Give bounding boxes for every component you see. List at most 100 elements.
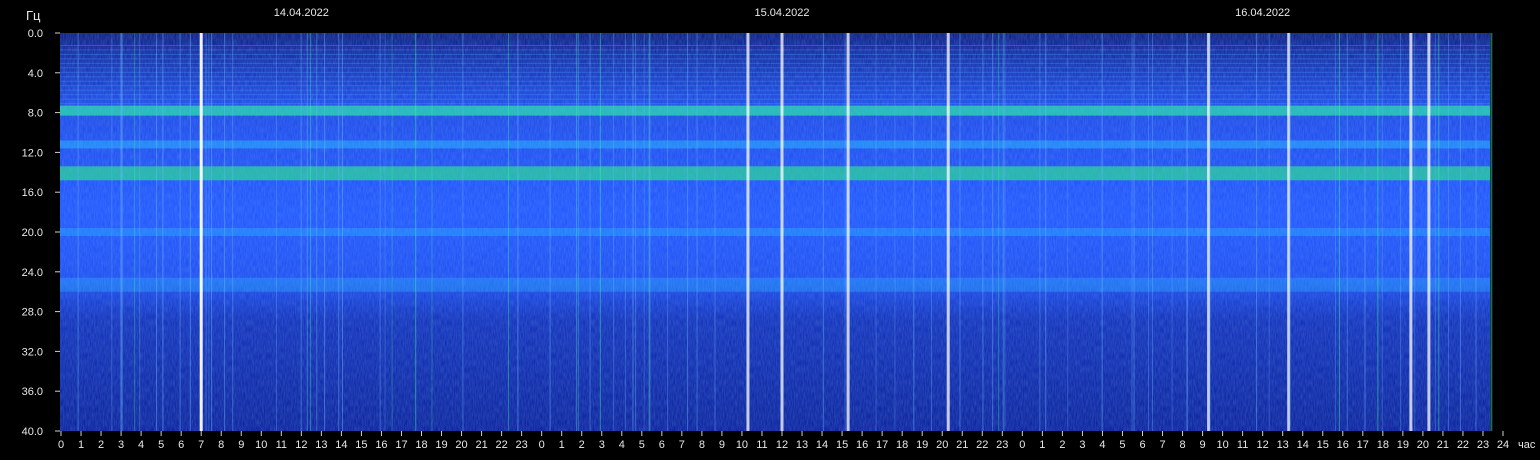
x-tick-label: 15 (1317, 439, 1329, 451)
vertical-trace (462, 33, 464, 431)
vertical-trace (208, 33, 210, 431)
vertical-trace (1459, 33, 1461, 431)
y-tick-label: 12.0 (22, 147, 43, 159)
vertical-trace (517, 33, 519, 431)
x-tick-label: 23 (1477, 439, 1489, 451)
vertical-trace (1151, 33, 1153, 431)
x-tick-label: 2 (1059, 439, 1065, 451)
x-tick-label: 22 (495, 439, 507, 451)
vertical-trace (875, 33, 877, 431)
x-tick-label: 19 (1397, 439, 1409, 451)
vertical-trace (300, 33, 302, 431)
vertical-trace (1491, 33, 1493, 431)
low-frequency-stripe (60, 85, 1490, 87)
vertical-trace (1414, 33, 1416, 431)
vertical-trace (1400, 33, 1402, 431)
x-tick-label: 6 (1139, 439, 1145, 451)
x-tick-label: 3 (118, 439, 124, 451)
x-tick-label: 8 (218, 439, 224, 451)
vertical-trace (624, 33, 626, 431)
vertical-trace (379, 33, 381, 431)
vertical-trace (998, 33, 1000, 431)
y-tick-label: 0.0 (28, 28, 43, 40)
x-tick-label: 4 (138, 439, 144, 451)
x-tick-label: 13 (796, 439, 808, 451)
vertical-trace (1148, 33, 1150, 431)
x-tick-label: 9 (238, 439, 244, 451)
day-label: 16.04.2022 (1235, 7, 1290, 19)
x-tick-label: 2 (579, 439, 585, 451)
vertical-trace (384, 33, 386, 431)
x-tick-label: 8 (699, 439, 705, 451)
x-tick-label: 12 (295, 439, 307, 451)
x-tick-label: 17 (876, 439, 888, 451)
vertical-trace (1346, 33, 1348, 431)
vertical-trace (275, 33, 277, 431)
low-frequency-stripe (60, 94, 1490, 96)
spectrogram-chart: Гц 0.0 4.0 8.0 12.0 16.0 20.0 24.0 28.0 32.0 36.0… (22, 7, 1536, 451)
vertical-trace (205, 33, 207, 431)
vertical-event (746, 33, 750, 431)
vertical-trace (913, 33, 915, 431)
x-tick-label: 13 (315, 439, 327, 451)
y-tick-label: 20.0 (22, 227, 43, 239)
vertical-trace (894, 33, 896, 431)
x-ticks: 0 1 2 3 4 5 6 7 8 9 10 11 12 13 14 15 16 17 18 19 20 21 22 23 0 1… (58, 431, 1509, 451)
x-tick-label: 12 (1257, 439, 1269, 451)
y-ticks: 0.0 4.0 8.0 12.0 16.0 20.0 24.0 28.0 32.0 36.0 40.… (22, 28, 60, 438)
y-tick-label: 36.0 (22, 386, 43, 398)
x-tick-label: 14 (816, 439, 828, 451)
x-tick-label: 11 (1237, 439, 1248, 451)
low-frequency-stripe (60, 98, 1490, 100)
vertical-trace (1268, 33, 1270, 431)
x-tick-label: 16 (375, 439, 387, 451)
y-tick-label: 16.0 (22, 187, 43, 199)
x-tick-label: 5 (1119, 439, 1125, 451)
vertical-trace (992, 33, 994, 431)
x-tick-label: 17 (1357, 439, 1369, 451)
x-tick-label: 1 (559, 439, 565, 451)
vertical-event (946, 33, 950, 431)
x-tick-label: 12 (776, 439, 788, 451)
x-tick-label: 8 (1179, 439, 1185, 451)
x-tick-label: 22 (1457, 439, 1469, 451)
y-tick-label: 32.0 (22, 346, 43, 358)
vertical-trace (1434, 33, 1436, 431)
vertical-trace (822, 33, 824, 431)
vertical-trace (589, 33, 591, 431)
vertical-trace (507, 33, 509, 431)
x-tick-label: 15 (836, 439, 848, 451)
low-frequency-stripe (60, 103, 1490, 105)
vertical-trace (121, 33, 123, 431)
vertical-trace (844, 33, 846, 431)
x-tick-label: 18 (415, 439, 427, 451)
vertical-event (199, 33, 203, 431)
x-tick-label: 14 (1297, 439, 1309, 451)
vertical-trace (599, 33, 601, 431)
vertical-trace (649, 33, 651, 431)
x-tick-label: 21 (1437, 439, 1449, 451)
vertical-trace (687, 33, 689, 431)
vertical-event (1427, 33, 1431, 431)
vertical-trace (1209, 33, 1211, 431)
x-tick-label: 0 (1019, 439, 1025, 451)
vertical-trace (1377, 33, 1379, 431)
x-tick-label: 19 (916, 439, 928, 451)
low-frequency-stripe (60, 58, 1490, 60)
x-tick-label: 22 (976, 439, 988, 451)
frequency-band (60, 140, 1490, 149)
vertical-trace (930, 33, 932, 431)
vertical-trace (306, 33, 308, 431)
y-tick-label: 28.0 (22, 307, 43, 319)
vertical-trace (577, 33, 579, 431)
x-tick-label: 18 (1377, 439, 1389, 451)
x-tick-label: 1 (78, 439, 84, 451)
vertical-trace (120, 33, 122, 431)
x-tick-label: 11 (276, 439, 287, 451)
vertical-trace (1381, 33, 1383, 431)
x-tick-label: 14 (335, 439, 347, 451)
vertical-trace (1475, 33, 1477, 431)
plot-area (60, 33, 1493, 431)
x-tick-label: 20 (455, 439, 467, 451)
vertical-trace (1039, 33, 1041, 431)
